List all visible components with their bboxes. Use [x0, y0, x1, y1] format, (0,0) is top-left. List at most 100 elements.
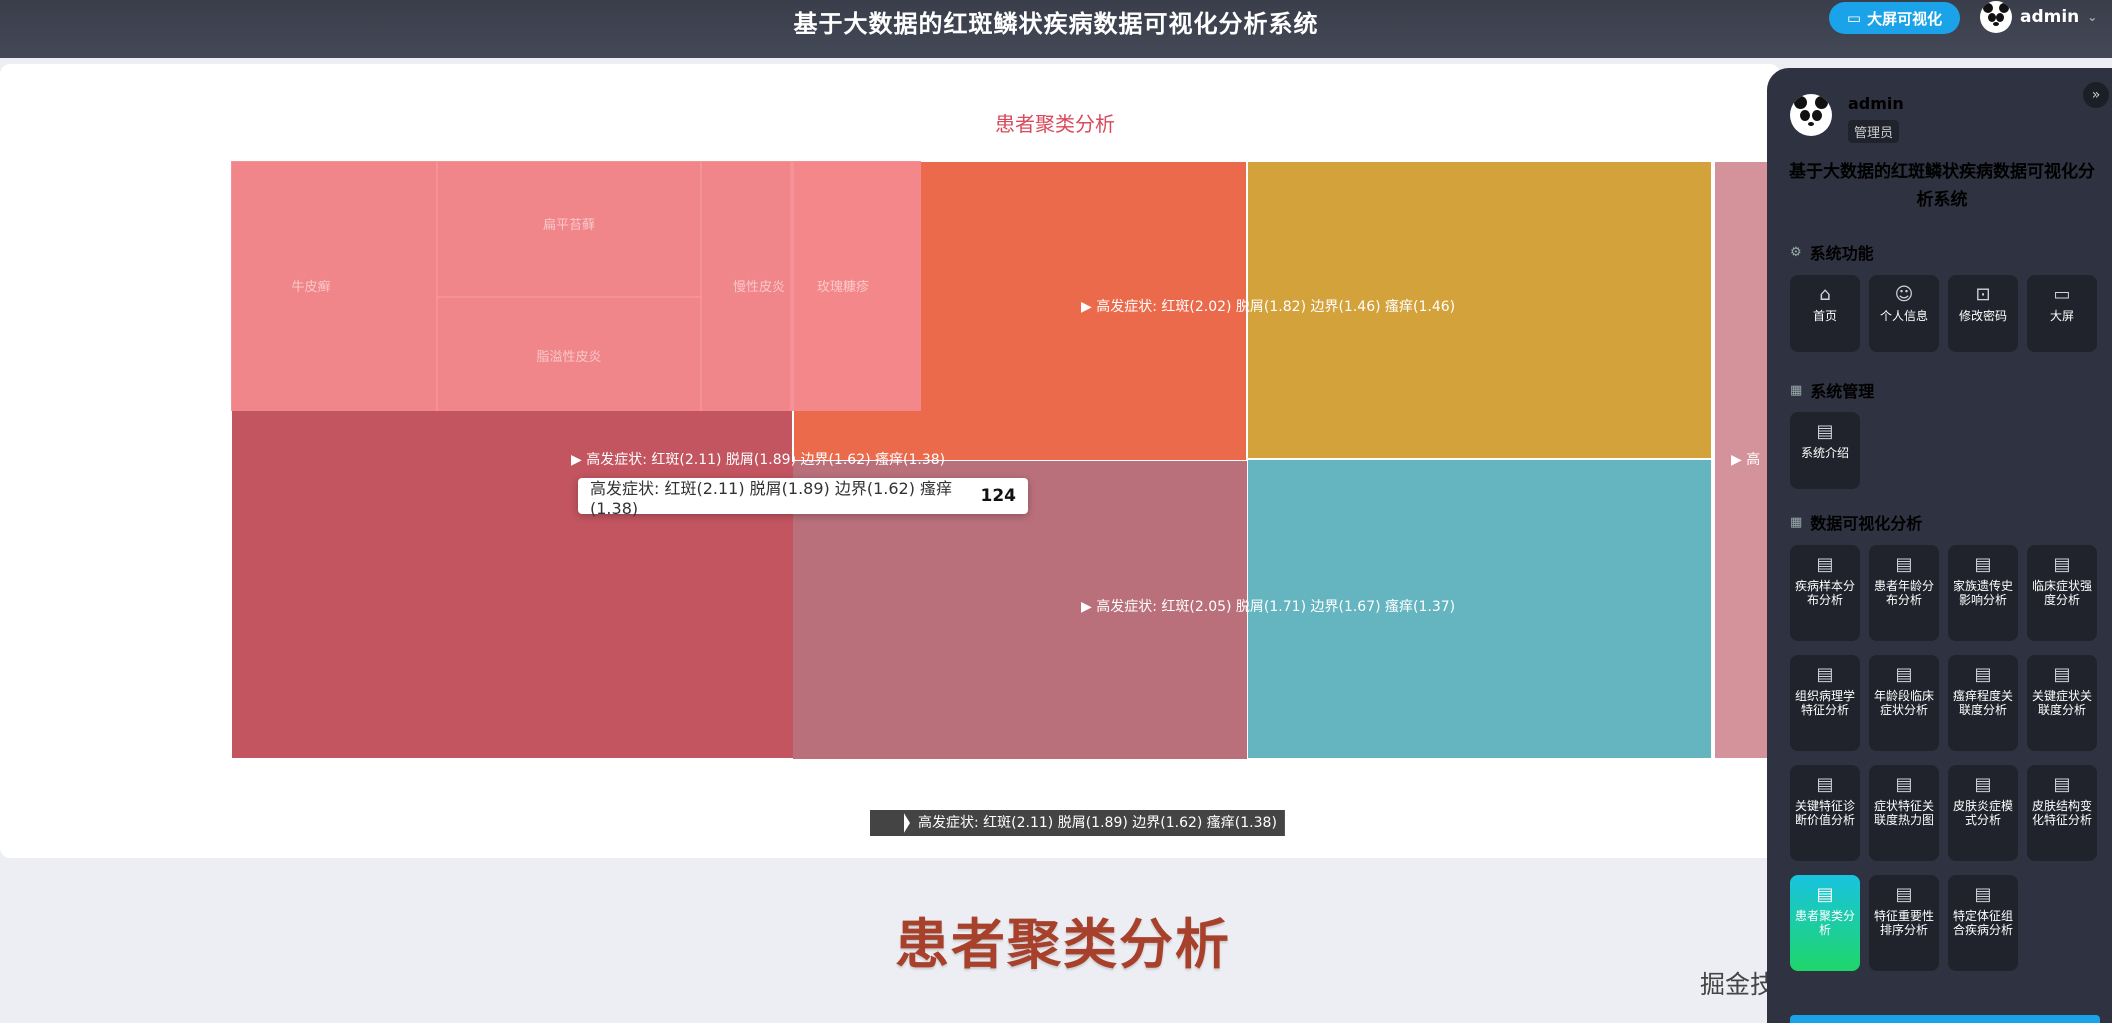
nav-label: 临床症状强度分析 — [2031, 579, 2092, 607]
document-icon: ▤ — [1974, 774, 1992, 795]
treemap-sub-label: 牛皮癣 — [291, 279, 330, 295]
page-title: 患者聚类分析 — [895, 913, 1231, 976]
document-icon: ▤ — [1895, 884, 1913, 905]
nav-label: 皮肤炎症模式分析 — [1952, 799, 2013, 827]
section-system-management: ▦ 系统管理 — [1790, 378, 1874, 402]
nav-analysis-9[interactable]: ▤ 关键特征诊断价值分析 — [1790, 765, 1860, 861]
nav-analysis-15[interactable]: ▤ 特定体征组合疾病分析 — [1948, 875, 2018, 971]
nav-analysis-13-active[interactable]: ▤ 患者聚类分析 — [1790, 875, 1860, 971]
nav-big-screen[interactable]: ▭ 大屏 — [2027, 275, 2097, 352]
nav-label: 个人信息 — [1879, 309, 1928, 323]
document-icon: ▤ — [2053, 554, 2071, 575]
document-icon: ▤ — [2053, 664, 2071, 685]
document-icon: ▤ — [1974, 554, 1992, 575]
treemap-sub-label: 扁平苔藓 — [543, 218, 595, 233]
user-icon: ☺ — [1894, 284, 1914, 305]
nav-analysis-4[interactable]: ▤ 临床症状强度分析 — [2027, 545, 2097, 641]
nav-label: 疾病样本分布分析 — [1794, 579, 1855, 607]
nav-label: 皮肤结构变化特征分析 — [2031, 799, 2092, 827]
breadcrumb-item[interactable]: 高发症状: 红斑(2.11) 脱屑(1.89) 边界(1.62) 瘙痒(1.38… — [902, 810, 1285, 836]
document-icon: ▤ — [1895, 664, 1913, 685]
document-icon: ▤ — [1816, 884, 1834, 905]
nav-label: 首页 — [1812, 309, 1837, 323]
document-icon: ▤ — [1816, 421, 1834, 442]
nav-label: 症状特征关联度热力图 — [1873, 799, 1934, 827]
nav-analysis-2[interactable]: ▤ 患者年龄分布分析 — [1869, 545, 1939, 641]
treemap-node-label: ▶ 高 — [1731, 451, 1760, 468]
nav-analysis-14[interactable]: ▤ 特征重要性排序分析 — [1869, 875, 1939, 971]
role-badge: 管理员 — [1848, 120, 1900, 143]
grid-icon: ▦ — [1790, 382, 1803, 398]
nav-label: 患者年龄分布分析 — [1873, 579, 1934, 607]
document-icon: ▤ — [1816, 664, 1834, 685]
document-icon: ▤ — [1974, 884, 1992, 905]
nav-analysis-7[interactable]: ▤ 瘙痒程度关联度分析 — [1948, 655, 2018, 751]
document-icon: ▤ — [1816, 554, 1834, 575]
user-name: admin — [2020, 7, 2080, 27]
section-label: 系统功能 — [1809, 244, 1874, 263]
nav-label: 特征重要性排序分析 — [1873, 909, 1934, 937]
nav-analysis-10[interactable]: ▤ 症状特征关联度热力图 — [1869, 765, 1939, 861]
treemap-sub-label: 脂溢性皮炎 — [536, 350, 601, 365]
nav-profile[interactable]: ☺ 个人信息 — [1869, 275, 1939, 352]
treemap-node-label: ▶ 高发症状: 红斑(2.05) 脱屑(1.71) 边界(1.67) 瘙痒(1.… — [1081, 598, 1455, 615]
chart-tooltip: 高发症状: 红斑(2.11) 脱屑(1.89) 边界(1.62) 瘙痒(1.38… — [578, 478, 1028, 518]
sidebar-bottom-bar — [1790, 1015, 2100, 1023]
document-icon: ▤ — [1816, 774, 1834, 795]
nav-analysis-8[interactable]: ▤ 关键症状关联度分析 — [2027, 655, 2097, 751]
chevron-down-icon: ⌄ — [2087, 10, 2098, 24]
nav-label: 大屏 — [2049, 309, 2074, 323]
section-label: 系统管理 — [1810, 382, 1875, 401]
nav-label: 组织病理学特征分析 — [1794, 689, 1855, 717]
nav-label: 特定体征组合疾病分析 — [1952, 909, 2013, 937]
sidebar-user-name: admin — [1848, 94, 1904, 113]
home-icon: ⌂ — [1819, 284, 1831, 305]
app-title: 基于大数据的红斑鳞状疾病数据可视化分析系统 — [793, 10, 1319, 38]
section-system-functions: ⚙ 系统功能 — [1790, 240, 1874, 264]
treemap-node-label: ▶ 高发症状: 红斑(2.11) 脱屑(1.89) 边界(1.62) 瘙痒(1.… — [571, 451, 945, 468]
nav-label: 患者聚类分析 — [1794, 909, 1855, 937]
nav-change-password[interactable]: ⊡ 修改密码 — [1948, 275, 2018, 352]
chart-title: 患者聚类分析 — [995, 112, 1115, 136]
tooltip-value: 124 — [980, 486, 1017, 506]
screen-icon: ▭ — [2053, 284, 2071, 305]
nav-analysis-3[interactable]: ▤ 家族遗传史影响分析 — [1948, 545, 2018, 641]
document-icon: ▤ — [1974, 664, 1992, 685]
nav-label: 家族遗传史影响分析 — [1952, 579, 2013, 607]
nav-home[interactable]: ⌂ 首页 — [1790, 275, 1860, 352]
treemap-chart: 牛皮癣脂溢性皮炎 扁平苔藓慢性皮炎 玫瑰糠疹 ▶ 高发症状: 红斑(2.11) 脱屑… — [230, 160, 1795, 760]
section-label: 数据可视化分析 — [1810, 514, 1923, 533]
section-data-visualization: ▦ 数据可视化分析 — [1790, 510, 1922, 534]
sidebar-title: 基于大数据的红斑鳞状疾病数据可视化分析系统 — [1789, 162, 2095, 210]
user-menu[interactable]: admin ⌄ — [1980, 1, 2097, 33]
treemap-sub-label: 玫瑰糠疹 — [817, 279, 869, 295]
screen-icon: ▭ — [1846, 9, 1862, 27]
nav-analysis-1[interactable]: ▤ 疾病样本分布分析 — [1790, 545, 1860, 641]
top-bar: 基于大数据的红斑鳞状疾病数据可视化分析系统 ▭ 大屏可视化 admin ⌄ — [0, 0, 2112, 58]
document-icon: ▤ — [2053, 774, 2071, 795]
nav-system-intro[interactable]: ▤ 系统介绍 — [1790, 412, 1860, 489]
nav-analysis-5[interactable]: ▤ 组织病理学特征分析 — [1790, 655, 1860, 751]
nav-label: 修改密码 — [1958, 309, 2007, 323]
settings-icon: ⚙ — [1790, 244, 1802, 260]
nav-label: 系统介绍 — [1800, 446, 1849, 460]
big-screen-label: 大屏可视化 — [1867, 9, 1943, 28]
nav-label: 关键特征诊断价值分析 — [1794, 799, 1855, 827]
nav-label: 瘙痒程度关联度分析 — [1952, 689, 2013, 717]
grid-icon: ▦ — [1790, 514, 1803, 530]
big-screen-button[interactable]: ▭ 大屏可视化 — [1829, 2, 1960, 34]
lock-icon: ⊡ — [1975, 284, 1991, 305]
breadcrumb-home[interactable] — [870, 810, 904, 836]
document-icon: ▤ — [1895, 554, 1913, 575]
nav-analysis-6[interactable]: ▤ 年龄段临床症状分析 — [1869, 655, 1939, 751]
avatar — [1980, 1, 2012, 33]
document-icon: ▤ — [1895, 774, 1913, 795]
collapse-icon[interactable]: » — [2083, 82, 2109, 108]
nav-analysis-11[interactable]: ▤ 皮肤炎症模式分析 — [1948, 765, 2018, 861]
avatar — [1790, 94, 1832, 136]
nav-analysis-12[interactable]: ▤ 皮肤结构变化特征分析 — [2027, 765, 2097, 861]
treemap-breadcrumb[interactable]: 高发症状: 红斑(2.11) 脱屑(1.89) 边界(1.62) 瘙痒(1.38… — [870, 810, 1285, 836]
nav-label: 年龄段临床症状分析 — [1873, 689, 1934, 717]
nav-label: 关键症状关联度分析 — [2031, 689, 2092, 717]
tooltip-label: 高发症状: 红斑(2.11) 脱屑(1.89) 边界(1.62) 瘙痒(1.38… — [590, 478, 953, 518]
